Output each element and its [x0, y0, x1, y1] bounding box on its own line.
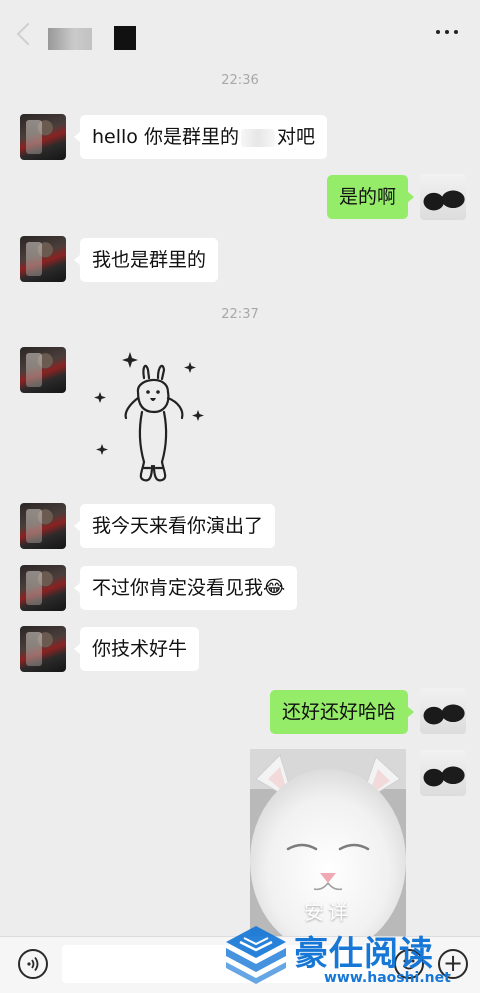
image-caption: 安详 — [304, 900, 352, 924]
message-bubble-left[interactable]: 不过你肯定没看见我😂 — [73, 566, 298, 610]
avatar[interactable] — [20, 347, 66, 393]
avatar[interactable] — [20, 236, 66, 282]
redacted-name — [240, 128, 275, 147]
voice-icon[interactable] — [18, 949, 48, 979]
message-bubble-left[interactable]: hello 你是群里的 对吧 — [74, 115, 327, 159]
chat-title-redacted — [48, 28, 92, 50]
cat-image-message[interactable]: 安详 — [250, 749, 406, 939]
avatar-self[interactable] — [420, 174, 466, 220]
avatar[interactable] — [20, 503, 66, 549]
message-text: 不过你肯定没看见我😂 — [92, 577, 286, 599]
chat-screen: 22:36 hello 你是群里的 对吧 是的啊 我也是群里的 22:37 我今… — [0, 0, 480, 993]
voice-waves-icon — [27, 956, 39, 972]
sticker-bunny[interactable] — [92, 348, 208, 488]
message-text: 我今天来看你演出了 — [92, 515, 264, 537]
dot — [454, 30, 458, 34]
message-bubble-left[interactable]: 你技术好牛 — [73, 627, 200, 671]
message-text: hello 你是群里的 — [92, 126, 239, 148]
avatar[interactable] — [20, 114, 66, 160]
avatar-self[interactable] — [420, 750, 466, 796]
timestamp: 22:37 — [221, 307, 259, 322]
message-bubble-right[interactable]: 还好还好哈哈 — [269, 690, 415, 734]
chat-header — [0, 0, 480, 72]
message-bubble-right[interactable]: 是的啊 — [326, 175, 415, 219]
avatar-self[interactable] — [420, 688, 466, 734]
chat-title-redacted-block — [114, 26, 136, 50]
message-text: 你技术好牛 — [92, 638, 188, 660]
back-icon[interactable] — [16, 22, 40, 46]
plus-icon[interactable]: + — [438, 949, 468, 979]
avatar[interactable] — [20, 626, 66, 672]
smile-face-icon — [402, 959, 416, 970]
timestamp: 22:36 — [221, 73, 259, 88]
message-text: 对吧 — [276, 126, 315, 148]
message-text: 还好还好哈哈 — [281, 701, 396, 723]
avatar[interactable] — [20, 565, 66, 611]
message-bubble-left[interactable]: 我今天来看你演出了 — [73, 504, 276, 548]
bunny-sticker-icon — [94, 352, 204, 482]
dot — [436, 30, 440, 34]
more-icon[interactable] — [436, 30, 458, 34]
emoji-icon[interactable] — [394, 949, 424, 979]
message-text: 我也是群里的 — [92, 249, 207, 271]
message-input[interactable] — [62, 945, 382, 983]
message-bubble-left[interactable]: 我也是群里的 — [73, 238, 219, 282]
dot — [445, 30, 449, 34]
message-input-bar: + — [0, 936, 480, 993]
sparkle-icon — [94, 352, 204, 455]
message-text: 是的啊 — [338, 186, 396, 208]
